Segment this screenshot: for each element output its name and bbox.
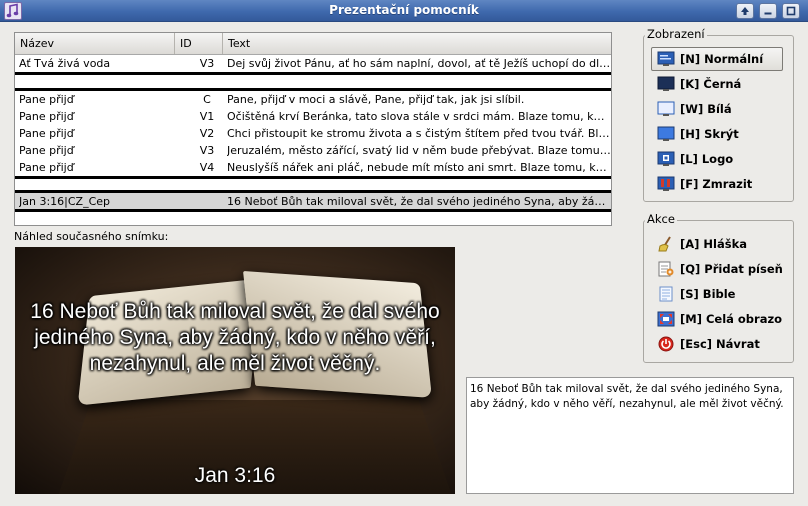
fullscreen-button[interactable]: [M] Celá obrazovka (651, 307, 783, 331)
table-row[interactable]: Pane přijď V2 Chci přistoupit ke stromu … (15, 125, 611, 142)
monitor-black-icon (657, 76, 675, 92)
table-row-selected[interactable]: Jan 3:16|CZ_Cep 16 Neboť Bůh tak miloval… (15, 193, 611, 210)
slide-reference: Jan 3:16 (15, 464, 455, 488)
cell-text: Dej svůj život Pánu, ať ho sám naplní, d… (227, 55, 611, 72)
title-bar[interactable]: Prezentační pomocník (0, 0, 808, 22)
slide-verse-text: 16 Neboť Bůh tak miloval svět, že dal sv… (29, 299, 441, 377)
return-button-label: [Esc] Návrat (680, 337, 760, 351)
bible-button[interactable]: [S] Bible (651, 282, 783, 306)
message-button[interactable]: [A] Hláška (651, 232, 783, 256)
cell-name: Pane přijď (19, 159, 179, 176)
white-button-label: [W] Bílá (680, 102, 732, 116)
table-row[interactable]: Pane přijď C Pane, přijď v moci a slávě,… (15, 91, 611, 108)
add-song-button-label: [Q] Přidat píseň (680, 262, 783, 276)
maximize-icon (786, 6, 796, 16)
table-row[interactable]: Pane přijď V3 Jeruzalém, město zářící, s… (15, 142, 611, 159)
black-button-label: [K] Černá (680, 77, 741, 91)
cell-name: Jan 3:16|CZ_Cep (19, 193, 179, 210)
arrow-up-icon (740, 6, 750, 16)
display-group-title: Zobrazení (645, 27, 707, 41)
monitor-normal-icon (657, 51, 675, 67)
column-header-id[interactable]: ID (175, 33, 223, 54)
cell-text: 16 Neboť Bůh tak miloval svět, že dal sv… (227, 193, 611, 210)
monitor-logo-icon (657, 151, 675, 167)
freeze-button-label: [F] Zmrazit (680, 177, 752, 191)
cell-text: Pane, přijď v moci a slávě, Pane, přijď … (227, 91, 611, 108)
cell-name: Pane přijď (19, 142, 179, 159)
freeze-button[interactable]: [F] Zmrazit (651, 172, 783, 196)
normal-button-label: [N] Normální (680, 52, 763, 66)
actions-group-title: Akce (645, 212, 677, 226)
slide-table[interactable]: Název ID Text Ať Tvá živá voda V3 Dej sv… (14, 32, 612, 226)
hide-button[interactable]: [H] Skrýt (651, 122, 783, 146)
power-icon (657, 336, 675, 352)
add-song-icon (657, 261, 675, 277)
hide-button-label: [H] Skrýt (680, 127, 739, 141)
white-button[interactable]: [W] Bílá (651, 97, 783, 121)
song-separator (15, 176, 611, 179)
cell-name: Ať Tvá živá voda (19, 55, 179, 72)
preview-label: Náhled současného snímku: (14, 230, 168, 243)
message-button-label: [A] Hláška (680, 237, 747, 251)
monitor-white-icon (657, 101, 675, 117)
black-button[interactable]: [K] Černá (651, 72, 783, 96)
app-window: Prezentační pomocník Název ID Text Ať Tv… (0, 0, 808, 506)
minimize-button[interactable] (759, 3, 777, 19)
cell-text: Neuslyšíš nářek ani pláč, nebude mít mís… (227, 159, 611, 176)
shade-button[interactable] (736, 3, 754, 19)
window-title: Prezentační pomocník (0, 3, 808, 17)
normal-button[interactable]: [N] Normální (651, 47, 783, 71)
monitor-freeze-icon (657, 176, 675, 192)
column-header-name[interactable]: Název (15, 33, 175, 54)
slide-preview: 16 Neboť Bůh tak miloval svět, že dal sv… (15, 247, 455, 494)
column-header-text[interactable]: Text (223, 33, 611, 54)
maximize-button[interactable] (782, 3, 800, 19)
minimize-icon (763, 6, 773, 16)
cell-text: Chci přistoupit ke stromu života a s čis… (227, 125, 611, 142)
table-header: Název ID Text (15, 33, 611, 55)
song-separator (15, 209, 611, 212)
fullscreen-button-label: [M] Celá obrazovka (680, 312, 783, 326)
table-row[interactable]: Pane přijď V1 Očištěná krví Beránka, tat… (15, 108, 611, 125)
cell-name: Pane přijď (19, 91, 179, 108)
cell-text: Očištěná krví Beránka, tato slova stále … (227, 108, 611, 125)
table-row[interactable]: Pane přijď V4 Neuslyšíš nářek ani pláč, … (15, 159, 611, 176)
add-song-button[interactable]: [Q] Přidat píseň (651, 257, 783, 281)
logo-button[interactable]: [L] Logo (651, 147, 783, 171)
table-row[interactable]: Ať Tvá živá voda V3 Dej svůj život Pánu,… (15, 55, 611, 72)
bible-button-label: [S] Bible (680, 287, 735, 301)
broom-icon (657, 236, 675, 252)
cell-name: Pane přijď (19, 125, 179, 142)
cell-text: Jeruzalém, město zářící, svatý lid v něm… (227, 142, 611, 159)
monitor-hide-icon (657, 126, 675, 142)
current-text-box[interactable]: 16 Neboť Bůh tak miloval svět, že dal sv… (466, 377, 794, 494)
cell-name: Pane přijď (19, 108, 179, 125)
song-separator (15, 72, 611, 75)
bible-icon (657, 286, 675, 302)
fullscreen-icon (657, 311, 675, 327)
return-button[interactable]: [Esc] Návrat (651, 332, 783, 356)
logo-button-label: [L] Logo (680, 152, 733, 166)
